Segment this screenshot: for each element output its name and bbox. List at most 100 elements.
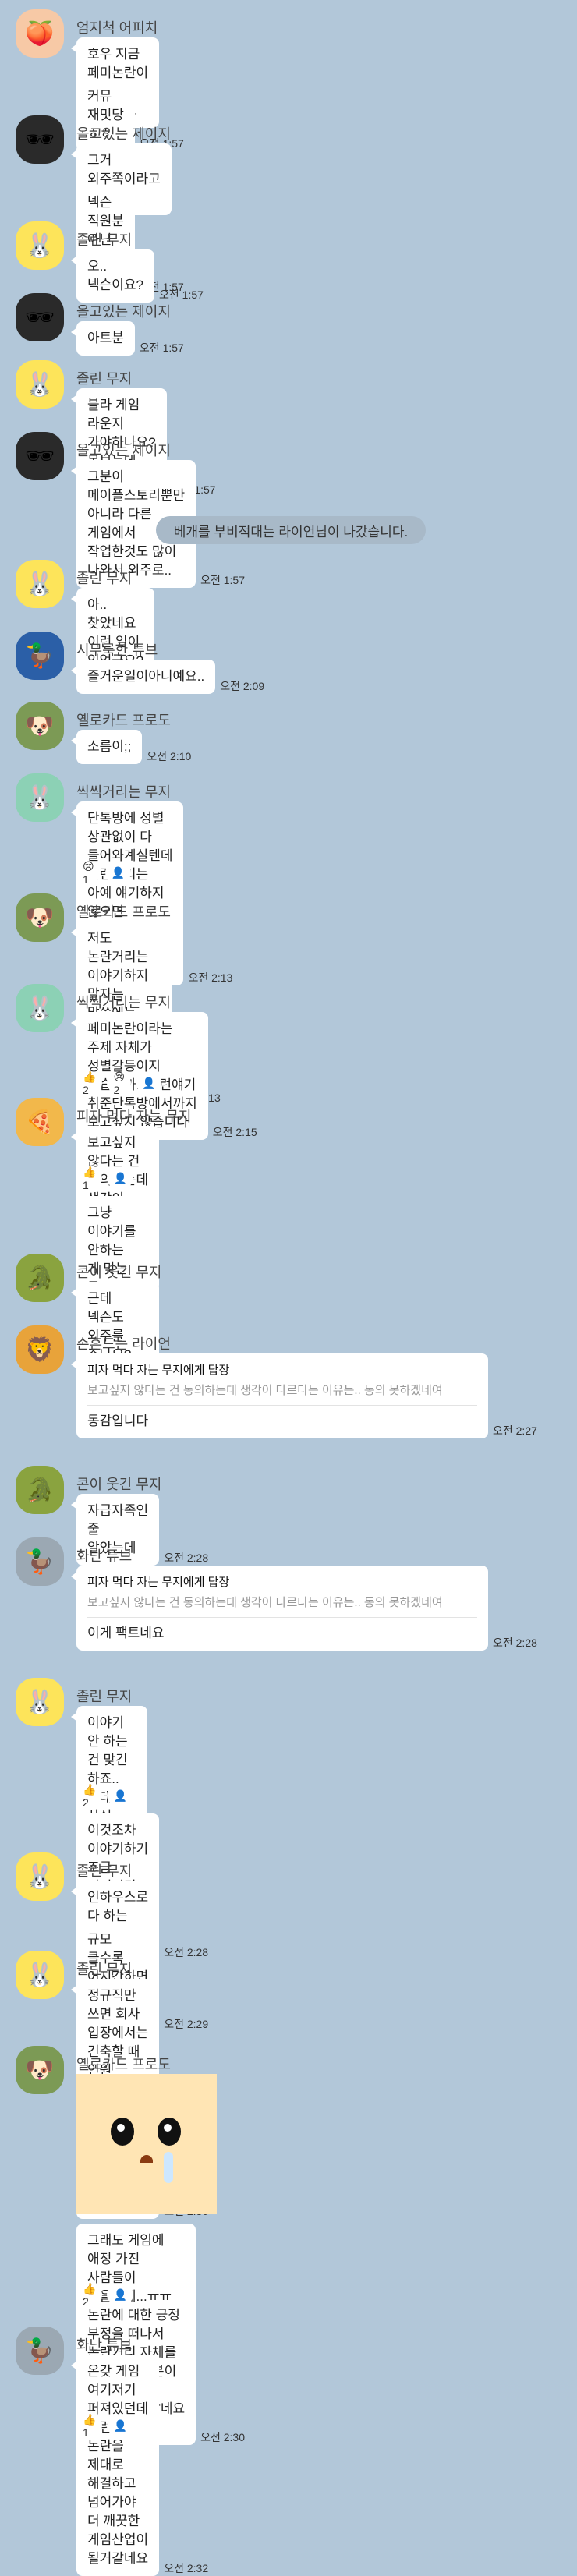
ryan-avatar-icon: 🦁 bbox=[25, 1336, 55, 1363]
jay-avatar-icon: 🕶 bbox=[24, 304, 55, 331]
avatar[interactable]: 🐰 bbox=[16, 1678, 64, 1726]
message-time: 오전 1:57 bbox=[139, 341, 184, 354]
avatar[interactable]: 🐰 bbox=[16, 560, 64, 608]
emoticon-sticker[interactable] bbox=[76, 2074, 217, 2214]
sender-name: 씩씩거리는 무지 bbox=[76, 995, 171, 1010]
left-eye-icon bbox=[111, 2118, 134, 2146]
sender-name: 졸린 무지 bbox=[76, 571, 133, 586]
avatar[interactable]: 🐰 bbox=[16, 773, 64, 822]
avatar[interactable]: 🍕 bbox=[16, 1098, 64, 1146]
muzi-avatar-icon: 🐰 bbox=[25, 1962, 55, 1988]
reply-text: 동감입니다 bbox=[87, 1414, 149, 1428]
reaction-people-icon[interactable]: 👤 bbox=[136, 1073, 162, 1093]
message-row: 온갖 게임 여기저기 퍼져있던데 이런 논란을 제대로 해결하고 넘어가야 더 … bbox=[70, 2355, 208, 2576]
sender-name: 올고있는 제이지 bbox=[76, 126, 171, 142]
sender-name: 콘이 웃긴 무지 bbox=[76, 1265, 162, 1280]
frodo-avatar-icon: 🐶 bbox=[25, 713, 55, 739]
reply-row: 피자 먹다 자는 무지에게 답장 보고싶지 않다는 건 동의하는데 생각이 다르다… bbox=[71, 1353, 537, 1438]
message-time: 오전 1:57 bbox=[159, 288, 204, 301]
sender-name: 손흔드는 라이언 bbox=[76, 1336, 171, 1352]
sender-name: 옐로카드 프로도 bbox=[76, 904, 171, 920]
sender-name: 옐로카드 프로도 bbox=[76, 713, 171, 728]
avatar[interactable]: 🐰 bbox=[16, 1852, 64, 1901]
message-row: 아트분오전 1:57 bbox=[71, 321, 184, 356]
message-meta: 오전 2:28 bbox=[493, 1635, 537, 1651]
reaction-people-icon[interactable]: 👤 bbox=[107, 2415, 133, 2436]
sender-name: 졸린 무지 bbox=[76, 232, 133, 248]
reaction-chip[interactable]: 😢1 bbox=[76, 860, 101, 886]
reply-bubble[interactable]: 피자 먹다 자는 무지에게 답장 보고싶지 않다는 건 동의하는데 생각이 다르다… bbox=[71, 1353, 488, 1438]
sender-name: 시무룩한 튜브 bbox=[76, 642, 158, 658]
reaction-chip[interactable]: 👍1 bbox=[76, 1166, 103, 1191]
avatar[interactable]: 🐶 bbox=[16, 702, 64, 750]
message-time: 오전 2:27 bbox=[493, 1424, 537, 1437]
message-meta: 오전 1:57 bbox=[200, 572, 245, 588]
sender-name: 올고있는 제이지 bbox=[76, 304, 171, 320]
jay-avatar-icon: 🕶 bbox=[24, 443, 55, 469]
message-time: 오전 1:57 bbox=[200, 574, 246, 586]
reply-row: 피자 먹다 자는 무지에게 답장 보고싶지 않다는 건 동의하는데 생각이 다르다… bbox=[71, 1566, 537, 1651]
reaction-chip[interactable]: 😢2 bbox=[107, 1070, 132, 1096]
avatar[interactable]: 🍑 bbox=[16, 9, 64, 58]
avatar[interactable]: 🦁 bbox=[16, 1325, 64, 1374]
avatar[interactable]: 🐰 bbox=[16, 221, 64, 270]
frodo-avatar-icon: 🐶 bbox=[25, 2057, 55, 2083]
avatar[interactable]: 🐶 bbox=[16, 2046, 64, 2094]
reply-quote: 보고싶지 않다는 건 동의하는데 생각이 다르다는 이유는.. 동의 못하겠네여 bbox=[87, 1383, 477, 1406]
sender-name: 올고있는 제이지 bbox=[76, 443, 171, 458]
message-meta: 오전 2:10 bbox=[147, 748, 191, 764]
message-meta: 오전 2:27 bbox=[493, 1423, 537, 1438]
avatar[interactable]: 🐰 bbox=[16, 1951, 64, 1999]
message-meta: 오전 1:57 bbox=[140, 340, 184, 356]
message-bubble[interactable]: 소름이;; bbox=[70, 730, 143, 764]
reaction-bar: 👍1 👤 bbox=[76, 1166, 133, 1191]
avatar[interactable]: 🕶 bbox=[16, 115, 64, 164]
message-time: 오전 2:32 bbox=[164, 2562, 209, 2574]
avatar[interactable]: 🦆 bbox=[16, 2327, 64, 2375]
sender-name: 화난 튜브 bbox=[76, 1548, 133, 1564]
message-time: 오전 2:10 bbox=[147, 750, 192, 763]
message-row: 소름이;; 오전 2:10 bbox=[70, 730, 191, 764]
avatar[interactable]: 🐊 bbox=[16, 1466, 64, 1514]
sender-name: 졸린 무지 bbox=[76, 371, 133, 387]
reaction-chip[interactable]: 👍1 bbox=[76, 2413, 103, 2439]
reaction-chip[interactable]: 👍2 bbox=[76, 2282, 103, 2308]
emoticon-row bbox=[76, 2074, 217, 2214]
sender-name: 콘이 웃긴 무지 bbox=[76, 1477, 162, 1492]
message-time: 오전 2:28 bbox=[164, 1552, 209, 1564]
muzi-avatar-icon: 🐰 bbox=[25, 371, 55, 398]
reaction-people-icon[interactable]: 👤 bbox=[107, 1168, 133, 1188]
reaction-people-icon[interactable]: 👤 bbox=[104, 862, 132, 883]
message-meta: 오전 1:57 bbox=[159, 287, 204, 303]
reaction-people-icon[interactable]: 👤 bbox=[107, 1785, 133, 1806]
muzi-avatar-icon: 🐰 bbox=[25, 571, 55, 597]
reaction-chip[interactable]: 👍2 bbox=[76, 1783, 103, 1809]
sender-name: 화난 튜브 bbox=[76, 2337, 133, 2353]
avatar[interactable]: 🦆 bbox=[16, 632, 64, 680]
avatar[interactable]: 🦆 bbox=[16, 1537, 64, 1586]
reaction-chip[interactable]: 👍2 bbox=[76, 1070, 103, 1096]
avatar[interactable]: 🐶 bbox=[16, 893, 64, 942]
avatar[interactable]: 🐊 bbox=[16, 1254, 64, 1302]
message-time: 오전 2:15 bbox=[212, 1126, 257, 1138]
message-time: 오전 2:28 bbox=[493, 1637, 537, 1649]
message-bubble[interactable]: 즐거운일이아니예요.. bbox=[70, 660, 216, 694]
message-bubble[interactable]: 오.. 넥슨이요? bbox=[70, 249, 155, 303]
muzi2-avatar-icon: 🐰 bbox=[25, 784, 55, 811]
message-row: 즐거운일이아니예요.. 오전 2:09 bbox=[70, 660, 265, 694]
avatar[interactable]: 🕶 bbox=[16, 293, 64, 341]
reaction-bar: 👍2 😢2 👤 bbox=[76, 1070, 162, 1096]
avatar[interactable]: 🕶 bbox=[16, 432, 64, 480]
message-meta: 오전 2:15 bbox=[213, 1124, 257, 1140]
reply-bubble[interactable]: 피자 먹다 자는 무지에게 답장 보고싶지 않다는 건 동의하는데 생각이 다르다… bbox=[71, 1566, 488, 1651]
avatar[interactable]: 🐰 bbox=[16, 984, 64, 1032]
jay-avatar-icon: 🕶 bbox=[24, 126, 55, 153]
message-bubble[interactable]: 온갖 게임 여기저기 퍼져있던데 이런 논란을 제대로 해결하고 넘어가야 더 … bbox=[70, 2355, 160, 2576]
avatar[interactable]: 🐰 bbox=[16, 360, 64, 409]
message-meta: 오전 2:32 bbox=[164, 2560, 208, 2576]
pizza-avatar-icon: 🍕 bbox=[25, 1109, 55, 1135]
reaction-people-icon[interactable]: 👤 bbox=[107, 2284, 133, 2305]
message-time: 오전 2:09 bbox=[220, 680, 265, 692]
message-bubble[interactable]: 아트분 bbox=[71, 321, 135, 356]
sender-name: 엄지척 어피치 bbox=[76, 20, 158, 36]
